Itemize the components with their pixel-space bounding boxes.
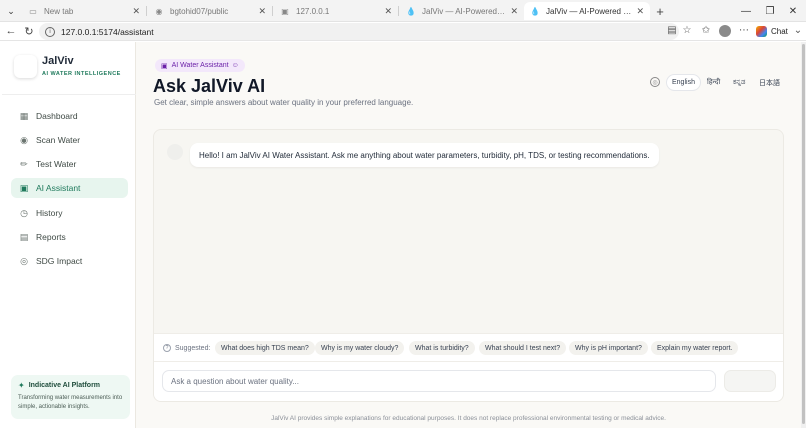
more-menu-icon[interactable]: ⋯ (737, 23, 751, 37)
suggestions-bar: ? Suggested: What does high TDS mean? Wh… (154, 333, 783, 361)
browser-toolbar: ← ↻ i 127.0.0.1:5174/assistant ▤ ☆ ✩ ⋯ C… (0, 22, 806, 41)
scrollbar-thumb[interactable] (802, 44, 805, 424)
close-tab-icon[interactable]: ✕ (258, 6, 266, 17)
sidebar-item-reports[interactable]: ▤ Reports (11, 227, 128, 247)
close-tab-icon[interactable]: ✕ (132, 6, 140, 17)
new-tab-page-icon: ▭ (29, 6, 37, 16)
app-root: JalViv AI WATER INTELLIGENCE ▦ Dashboard… (2, 42, 801, 428)
globe-icon: ◎ (650, 77, 660, 87)
restore-icon[interactable]: ❐ (760, 2, 780, 20)
assistant-badge: ▣ AI Water Assistant ☺ (155, 59, 245, 72)
target-icon: ◎ (20, 255, 28, 266)
close-window-icon[interactable]: ✕ (783, 2, 803, 20)
send-button[interactable] (724, 370, 776, 392)
browser-tab[interactable]: 💧 JalViv — AI-Powered Water Intellig ✕ (400, 2, 524, 20)
browser-tab-active[interactable]: 💧 JalViv — AI-Powered Water Intellig ✕ (524, 2, 650, 20)
sidebar: JalViv AI WATER INTELLIGENCE ▦ Dashboard… (2, 42, 136, 428)
sidebar-item-test-water[interactable]: ✏ Test Water (11, 154, 128, 174)
sparkle-icon: ✦ (18, 381, 25, 390)
sidebar-item-sdg-impact[interactable]: ◎ SDG Impact (11, 251, 128, 271)
document-icon: ▤ (19, 231, 29, 242)
assistant-message: Hello! I am JalViv AI Water Assistant. A… (190, 143, 659, 167)
language-hindi[interactable]: हिन्दी (702, 75, 725, 90)
url-text: 127.0.0.1:5174/assistant (61, 26, 154, 37)
brand-tagline: AI WATER INTELLIGENCE (42, 71, 121, 77)
close-tab-icon[interactable]: ✕ (510, 6, 518, 17)
sidebar-item-history[interactable]: ◷ History (11, 203, 128, 223)
page-title: Ask JalViv AI (153, 76, 266, 96)
favorites-icon[interactable]: ✩ (699, 23, 713, 37)
divider (2, 94, 136, 95)
new-tab-button[interactable]: + (653, 2, 667, 20)
sidebar-item-scan-water[interactable]: ◉ Scan Water (11, 130, 128, 150)
assistant-avatar (167, 144, 183, 160)
reader-mode-icon[interactable]: ▤ (665, 23, 679, 37)
clock-icon: ◷ (20, 207, 28, 218)
brand-name: JalViv (42, 55, 74, 67)
page-scrollbar[interactable] (801, 42, 806, 428)
water-drop-icon: 💧 (530, 6, 540, 16)
disclaimer: JalViv AI provides simple explanations f… (271, 415, 666, 422)
chevron-down-icon[interactable]: ⌄ (791, 23, 805, 37)
help-circle-icon: ? (163, 344, 171, 352)
bookmark-star-icon[interactable]: ☆ (680, 23, 694, 37)
browser-tab[interactable]: ◉ bgtohid07/public ✕ (148, 2, 272, 20)
github-icon: ◉ (155, 6, 163, 16)
suggestion-chip[interactable]: What should I test next? (479, 341, 567, 355)
sidebar-item-ai-assistant[interactable]: ▣ AI Assistant (11, 178, 128, 198)
composer (154, 361, 783, 401)
copilot-icon (756, 26, 767, 37)
suggestion-chip[interactable]: Why is my water cloudy? (315, 341, 405, 355)
copilot-chat-button[interactable]: Chat (756, 24, 788, 39)
minimize-icon[interactable]: — (736, 2, 756, 20)
bot-icon: ▣ (19, 182, 29, 193)
language-kannada[interactable]: ಕನ್ನಡ (728, 75, 750, 90)
sidebar-item-dashboard[interactable]: ▦ Dashboard (11, 106, 128, 126)
bot-icon: ▣ (161, 62, 168, 70)
browser-tab[interactable]: ▭ New tab ✕ (22, 2, 146, 20)
suggested-label: Suggested: (175, 344, 211, 352)
page-subtitle: Get clear, simple answers about water qu… (154, 98, 414, 107)
question-input[interactable] (162, 370, 716, 392)
suggestion-chip[interactable]: Explain my water report. (651, 341, 739, 355)
profile-avatar[interactable] (719, 25, 731, 37)
grid-icon: ▦ (19, 110, 29, 121)
close-tab-icon[interactable]: ✕ (636, 6, 644, 17)
language-japanese[interactable]: 日本語 (754, 75, 785, 90)
site-info-icon[interactable]: i (45, 26, 55, 37)
address-bar[interactable]: i 127.0.0.1:5174/assistant (39, 23, 679, 40)
suggestion-chip[interactable]: Why is pH important? (569, 341, 648, 355)
camera-icon: ◉ (20, 134, 28, 145)
platform-card-title: Indicative AI Platform (28, 382, 101, 389)
suggestion-chip[interactable]: What does high TDS mean? (215, 341, 315, 355)
brand-logo (14, 55, 37, 78)
platform-card-description: Transforming water measurements into sim… (18, 395, 123, 410)
back-icon[interactable]: ← (4, 24, 18, 38)
page-icon: ▣ (281, 6, 289, 16)
suggestion-chip[interactable]: What is turbidity? (409, 341, 475, 355)
robot-emoji-icon: ☺ (231, 62, 239, 69)
browser-tab[interactable]: ▣ 127.0.0.1 ✕ (274, 2, 398, 20)
tab-search-icon[interactable]: ⌄ (2, 3, 20, 19)
reload-icon[interactable]: ↻ (22, 24, 36, 38)
test-tube-icon: ✏ (20, 158, 28, 169)
water-drop-icon: 💧 (406, 6, 416, 16)
platform-info-card: ✦ Indicative AI Platform Transforming wa… (11, 375, 130, 419)
language-english[interactable]: English (667, 75, 700, 90)
close-tab-icon[interactable]: ✕ (384, 6, 392, 17)
browser-tab-strip: ⌄ ▭ New tab ✕ ◉ bgtohid07/public ✕ ▣ 127… (0, 0, 806, 22)
chat-panel: Hello! I am JalViv AI Water Assistant. A… (153, 129, 784, 402)
